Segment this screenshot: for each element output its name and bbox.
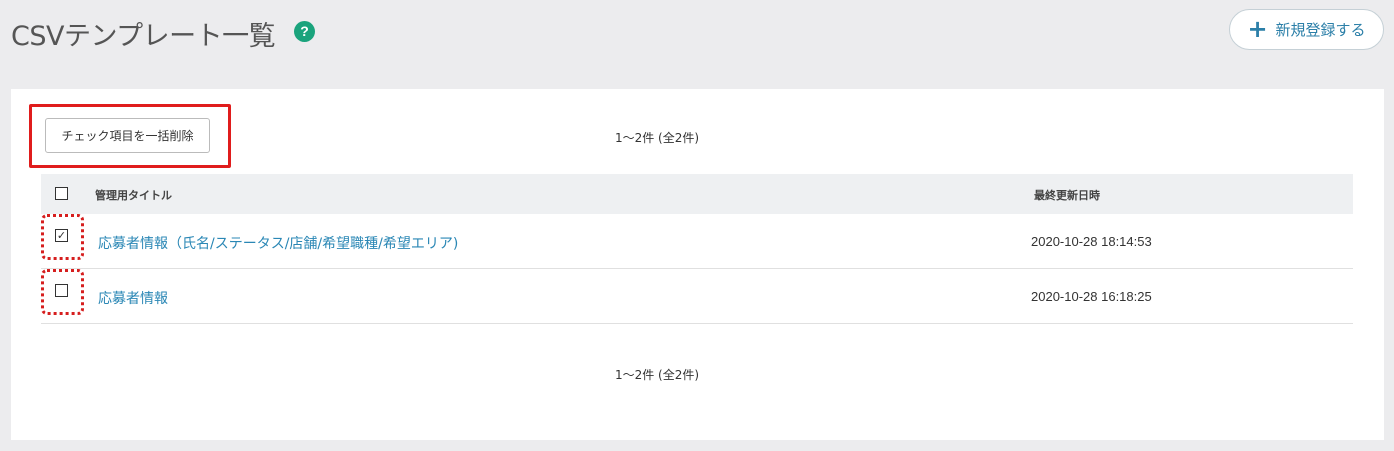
select-all-checkbox[interactable] <box>55 187 68 200</box>
column-header-title: 管理用タイトル <box>95 189 172 202</box>
column-header-updated: 最終更新日時 <box>1034 189 1100 202</box>
row-title-link[interactable]: 応募者情報 <box>98 288 168 308</box>
row-updated-at: 2020-10-28 18:14:53 <box>1031 234 1152 249</box>
row-checkbox[interactable]: ✓ <box>55 229 68 242</box>
table-header: 管理用タイトル 最終更新日時 <box>41 174 1353 214</box>
plus-icon: + <box>1247 14 1268 43</box>
row-updated-at: 2020-10-28 16:18:25 <box>1031 289 1152 304</box>
question-circle-icon[interactable]: ? <box>294 21 315 42</box>
bulk-delete-button[interactable]: チェック項目を一括削除 <box>45 118 210 153</box>
page-title: CSVテンプレート一覧 <box>11 21 276 52</box>
page-header: CSVテンプレート一覧 ? + 新規登録する <box>0 0 1394 70</box>
table-row: 応募者情報 2020-10-28 16:18:25 <box>41 269 1353 324</box>
new-register-button[interactable]: + 新規登録する <box>1229 9 1384 50</box>
table-row: ✓ 応募者情報（氏名/ステータス/店舗/希望職種/希望エリア) 2020-10-… <box>41 214 1353 269</box>
pagination-summary-bottom: 1〜2件 (全2件) <box>614 368 700 382</box>
row-title-link[interactable]: 応募者情報（氏名/ステータス/店舗/希望職種/希望エリア) <box>98 233 458 253</box>
template-list-panel: チェック項目を一括削除 1〜2件 (全2件) 管理用タイトル 最終更新日時 ✓ … <box>11 89 1384 440</box>
new-register-button-label: 新規登録する <box>1275 21 1366 39</box>
pagination-summary-top: 1〜2件 (全2件) <box>614 131 700 145</box>
row-checkbox[interactable] <box>55 284 68 297</box>
